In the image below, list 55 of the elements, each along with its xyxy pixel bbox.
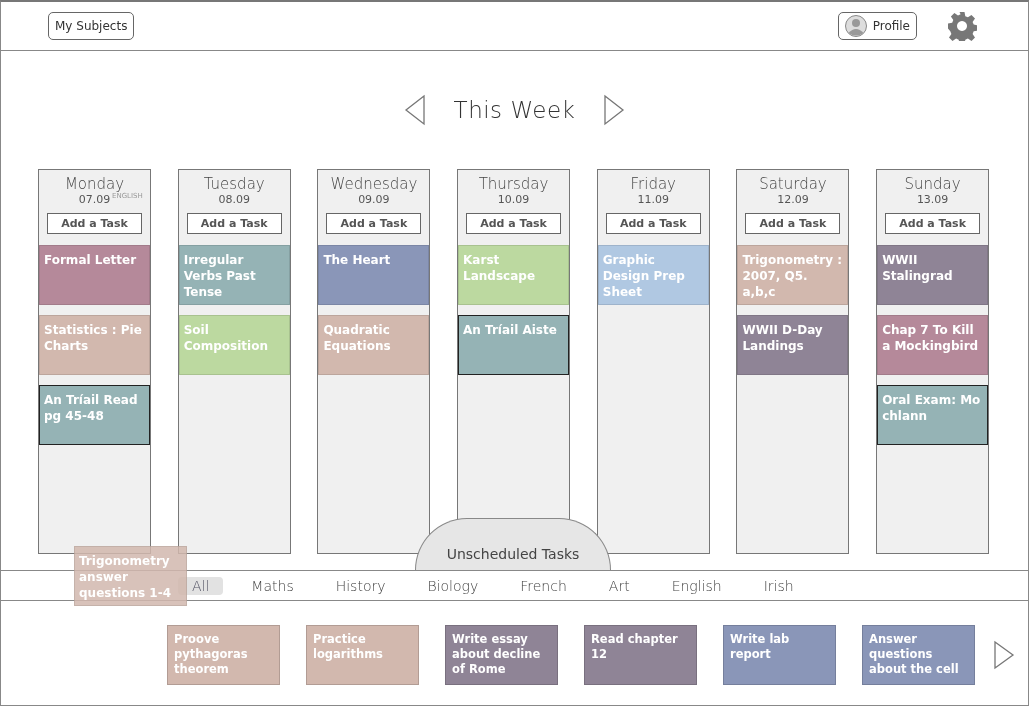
profile-button[interactable]: Profile [837, 12, 917, 40]
day-date: 11.09 [637, 193, 669, 206]
day-name: Tuesday [203, 175, 265, 193]
unscheduled-task-card[interactable]: Read chapter 12 [584, 625, 697, 685]
unscheduled-tasks-tab[interactable]: Unscheduled Tasks [415, 518, 611, 570]
subject-filter-tab[interactable]: Irish [749, 576, 808, 595]
add-task-button[interactable]: Add a Task [186, 213, 282, 234]
task-card[interactable]: Chap 7 To Kill a Mockingbird [877, 315, 989, 375]
subject-filter-tab[interactable]: Maths [237, 576, 308, 595]
previous-week-arrow-icon[interactable] [403, 94, 426, 126]
task-card[interactable]: WWII Stalingrad [877, 245, 989, 305]
day-name: Sunday [904, 175, 961, 193]
day-name: Friday [630, 175, 676, 193]
task-card[interactable]: Trigonometry : 2007, Q5. a,b,c [737, 245, 849, 305]
add-task-button[interactable]: Add a Task [605, 213, 701, 234]
day-name: Wednesday [330, 175, 418, 193]
unscheduled-task-card[interactable]: Write essay about decline of Rome [445, 625, 558, 685]
unscheduled-task-card[interactable]: Answer questions about the cell [862, 625, 975, 685]
day-date: 08.09 [218, 193, 250, 206]
add-task-button[interactable]: Add a Task [326, 213, 422, 234]
avatar-icon [844, 15, 867, 37]
subject-filter-tab[interactable]: French [506, 576, 581, 595]
subject-filter-tab[interactable]: English [657, 576, 736, 595]
next-week-arrow-icon[interactable] [603, 94, 626, 126]
unscheduled-task-card[interactable]: Proove pythagoras theorem [167, 625, 280, 685]
day-date: 09.09 [358, 193, 390, 206]
day-name: Thursday [478, 175, 549, 193]
task-card[interactable]: Statistics : Pie Charts [39, 315, 150, 375]
unscheduled-task-card[interactable]: Write lab report [723, 625, 836, 685]
task-card[interactable]: Irregular Verbs Past Tense [178, 245, 290, 305]
day-date: 10.09 [497, 193, 530, 206]
task-card[interactable]: An Tríail Read pg 45-48 [39, 385, 150, 445]
next-arrow-icon[interactable] [993, 640, 1015, 670]
unscheduled-task-card[interactable]: Practice logarithms [306, 625, 419, 685]
task-card[interactable]: Formal Letter [39, 245, 150, 305]
subject-filter-tab[interactable]: Biology [413, 576, 493, 595]
add-task-button[interactable]: Add a Task [745, 213, 841, 234]
day-name: Monday [64, 175, 125, 193]
my-subjects-button[interactable]: My Subjects [48, 12, 135, 40]
day-date: 07.09 [78, 193, 111, 206]
subject-filter-tab[interactable]: History [321, 576, 400, 595]
day-date: 12.09 [777, 193, 809, 206]
task-card[interactable]: The Heart [318, 245, 430, 305]
week-title: This Week [453, 97, 576, 123]
task-card[interactable]: WWII D-Day Landings [737, 315, 849, 375]
task-card[interactable]: Quadratic Equations [318, 315, 430, 375]
task-card[interactable]: Oral Exam: Mo chlann [877, 385, 989, 445]
day-date: 13.09 [916, 193, 949, 206]
settings-icon[interactable] [947, 11, 977, 41]
add-task-button[interactable]: Add a Task [466, 213, 562, 234]
add-task-button[interactable]: Add a Task [47, 213, 142, 234]
subject-filter-tab[interactable]: Art [594, 576, 644, 595]
day-name: Saturday [759, 175, 827, 193]
add-task-button[interactable]: Add a Task [885, 213, 981, 234]
task-card[interactable]: An Tríail Aiste [458, 315, 570, 375]
